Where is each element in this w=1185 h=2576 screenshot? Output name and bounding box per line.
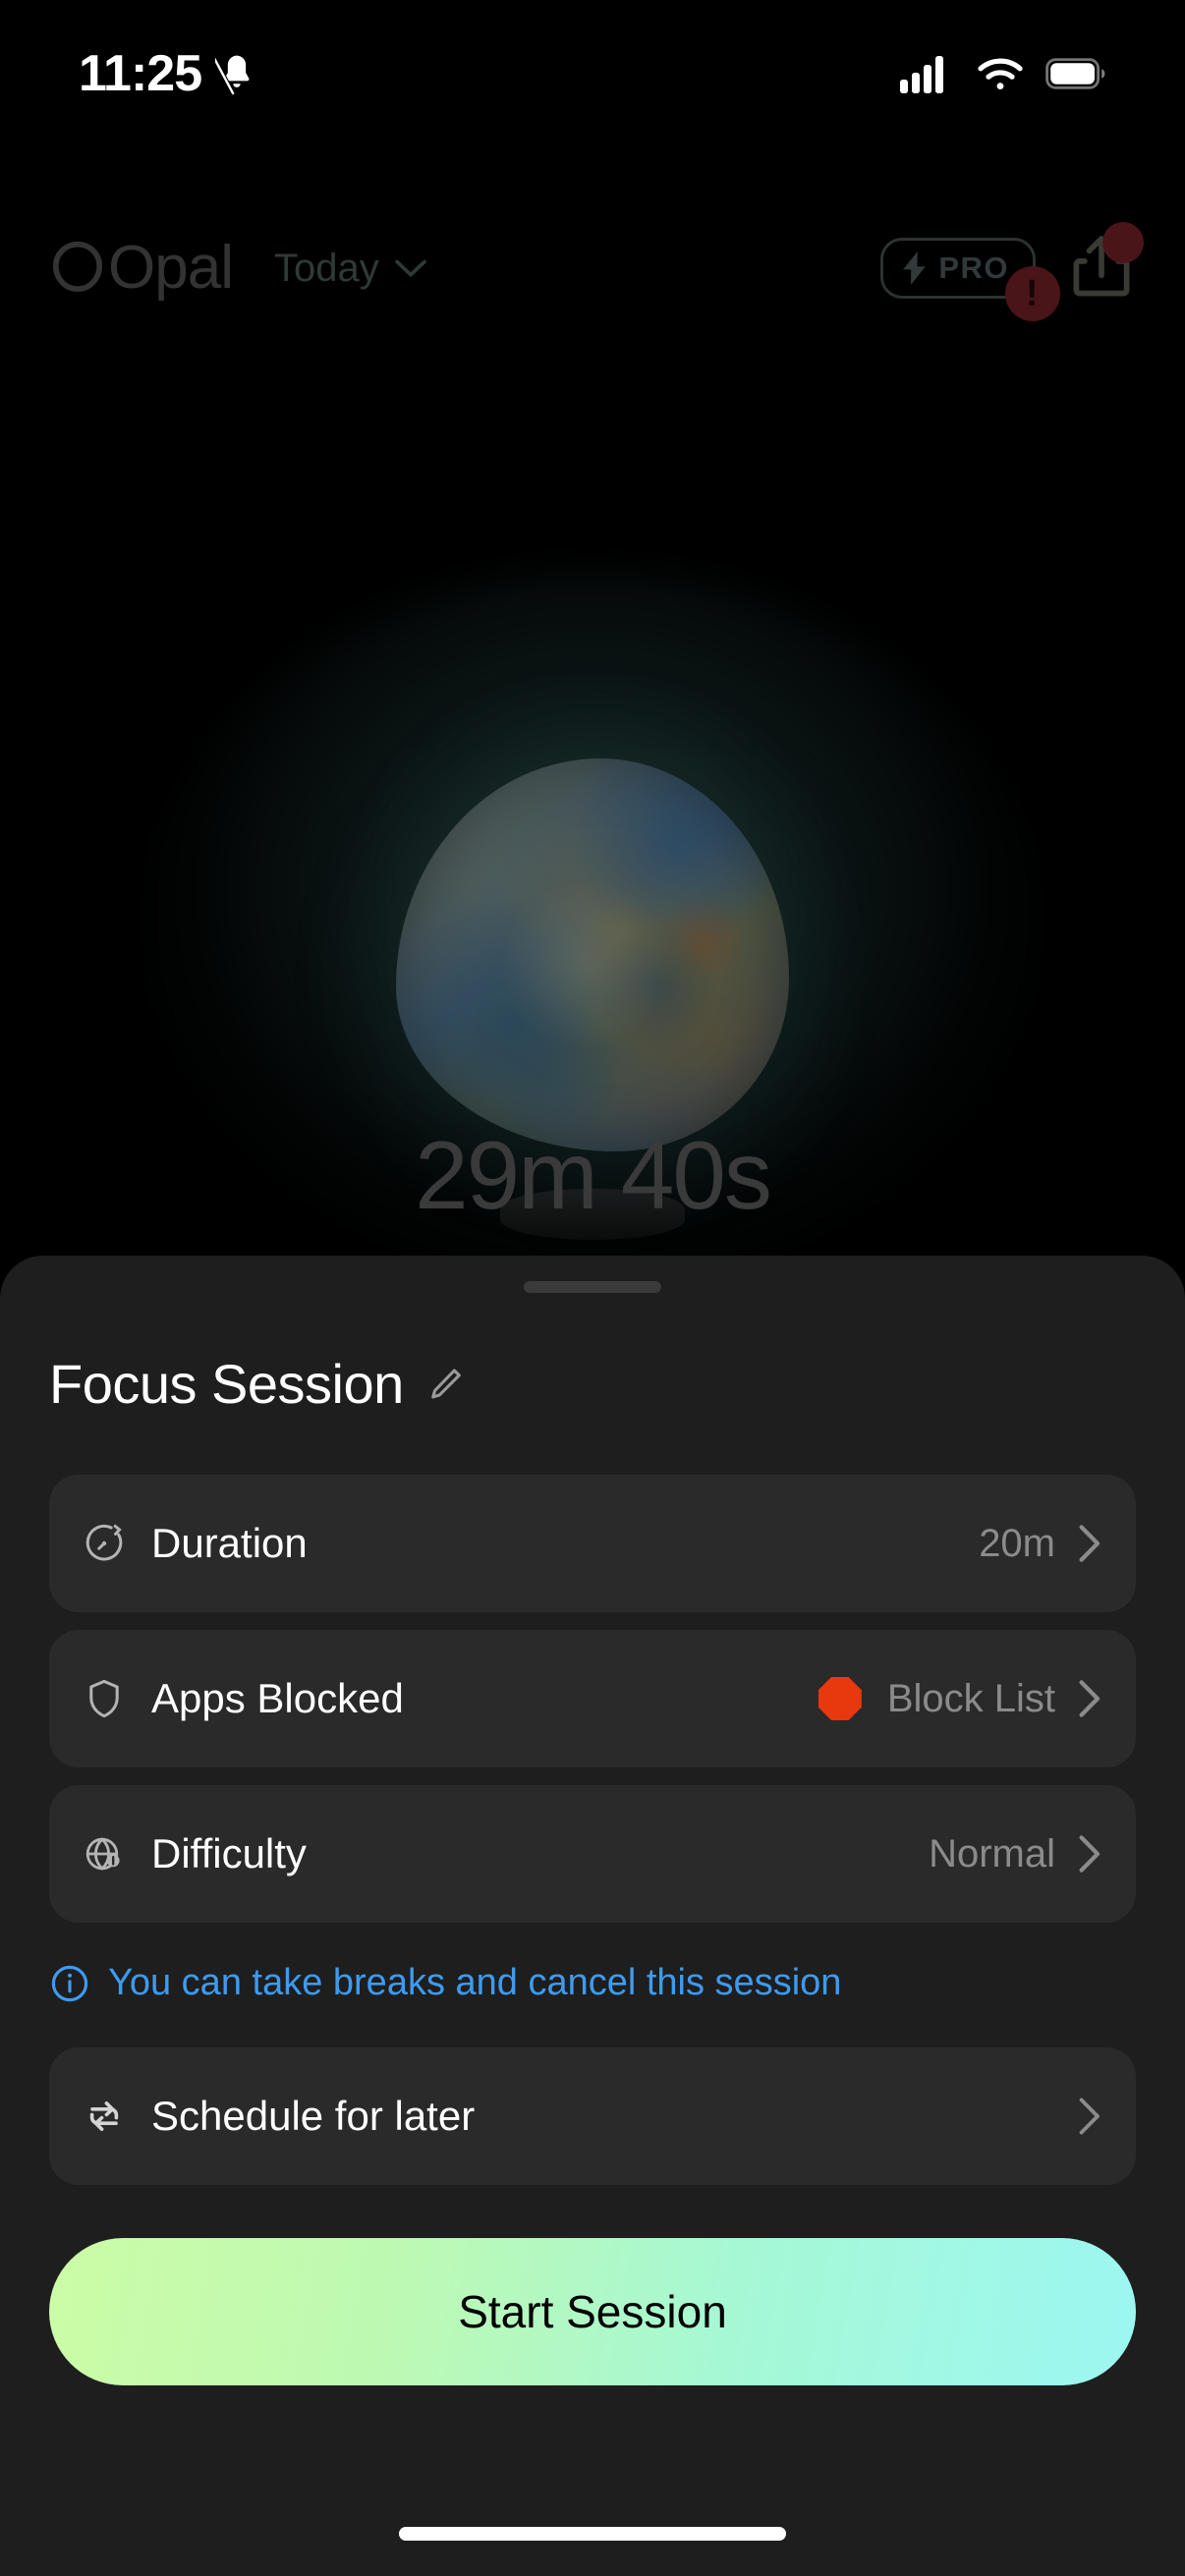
day-selector-label: Today <box>273 246 379 290</box>
opal-logo-text: Opal <box>108 234 234 302</box>
shield-icon <box>83 1677 126 1720</box>
page-title: Focus Session <box>49 1353 404 1415</box>
status-bar: 11:25 <box>0 0 1185 147</box>
setting-value-duration: 20m <box>979 1521 1055 1565</box>
share-notification-dot <box>1102 222 1144 263</box>
setting-row-difficulty[interactable]: Difficulty Normal <box>49 1785 1136 1923</box>
setting-row-duration[interactable]: Duration 20m <box>49 1475 1136 1612</box>
day-selector[interactable]: Today <box>274 247 428 291</box>
chevron-down-icon <box>393 257 428 279</box>
info-circle-icon <box>49 1963 90 2004</box>
status-bar-right <box>900 54 1106 93</box>
globe-icon <box>83 1832 126 1876</box>
share-button[interactable] <box>1065 222 1144 305</box>
chevron-right-icon <box>1077 1678 1102 1719</box>
wifi-icon <box>975 54 1026 93</box>
status-time: 11:25 <box>79 45 202 102</box>
sheet-header: Focus Session <box>49 1352 1136 1416</box>
setting-row-duration-left: Duration <box>83 1520 308 1567</box>
session-info-note-text: You can take breaks and cancel this sess… <box>108 1962 842 2003</box>
schedule-for-later-label: Schedule for later <box>151 2093 476 2139</box>
schedule-for-later-left: Schedule for later <box>83 2093 475 2140</box>
schedule-for-later-right <box>1077 2095 1102 2138</box>
chevron-right-icon <box>1077 2095 1102 2138</box>
app-header: Opal Today PRO ! <box>0 204 1185 332</box>
setting-row-apps-blocked[interactable]: Apps Blocked Block List <box>49 1630 1136 1767</box>
opal-logo-icon <box>47 238 108 299</box>
setting-row-difficulty-left: Difficulty <box>83 1830 307 1877</box>
drag-handle[interactable] <box>524 1281 661 1293</box>
chevron-right-icon <box>1077 1833 1102 1875</box>
setting-row-duration-right: 20m <box>979 1522 1102 1566</box>
phone-screen: 11:25 Opal Today PRO ! 29m 40s Focus Ses… <box>0 0 1185 2576</box>
status-bar-left: 11:25 <box>79 44 258 103</box>
repeat-icon <box>83 2095 126 2138</box>
session-settings-list: Duration 20m Apps Blocked Block List Dif… <box>49 1475 1136 1923</box>
opal-stone-lamp <box>0 324 1185 1277</box>
setting-row-apps-blocked-left: Apps Blocked <box>83 1675 404 1722</box>
setting-row-apps-blocked-right: Block List <box>818 1677 1102 1721</box>
stop-sign-emoji <box>818 1677 862 1720</box>
setting-value-difficulty: Normal <box>929 1831 1055 1876</box>
session-timer: 29m 40s <box>415 1121 772 1229</box>
setting-value-apps-blocked: Block List <box>886 1676 1055 1720</box>
home-indicator <box>399 2527 786 2541</box>
header-actions: PRO ! <box>880 222 1144 321</box>
focus-session-sheet: Focus Session Duration 20m Apps Blocked … <box>0 1256 1185 2576</box>
pro-badge-label: PRO <box>938 251 1009 285</box>
lightning-bolt-icon <box>901 252 929 285</box>
pro-upgrade-button[interactable]: PRO ! <box>880 238 1060 321</box>
start-session-button[interactable]: Start Session <box>49 2238 1136 2385</box>
cellular-signal-icon <box>900 54 955 93</box>
setting-label-duration: Duration <box>151 1520 308 1566</box>
pencil-icon[interactable] <box>427 1366 465 1403</box>
stopwatch-icon <box>83 1522 126 1565</box>
session-info-note: You can take breaks and cancel this sess… <box>49 1962 1136 2004</box>
battery-icon <box>1045 58 1106 89</box>
chevron-right-icon <box>1077 1523 1102 1564</box>
pro-alert-badge[interactable]: ! <box>1005 266 1060 321</box>
setting-label-apps-blocked: Apps Blocked <box>151 1675 404 1721</box>
setting-label-difficulty: Difficulty <box>151 1830 307 1876</box>
schedule-for-later-row[interactable]: Schedule for later <box>49 2047 1136 2185</box>
bell-slash-icon <box>215 52 258 95</box>
opal-logo: Opal <box>47 234 234 302</box>
setting-row-difficulty-right: Normal <box>929 1832 1102 1876</box>
